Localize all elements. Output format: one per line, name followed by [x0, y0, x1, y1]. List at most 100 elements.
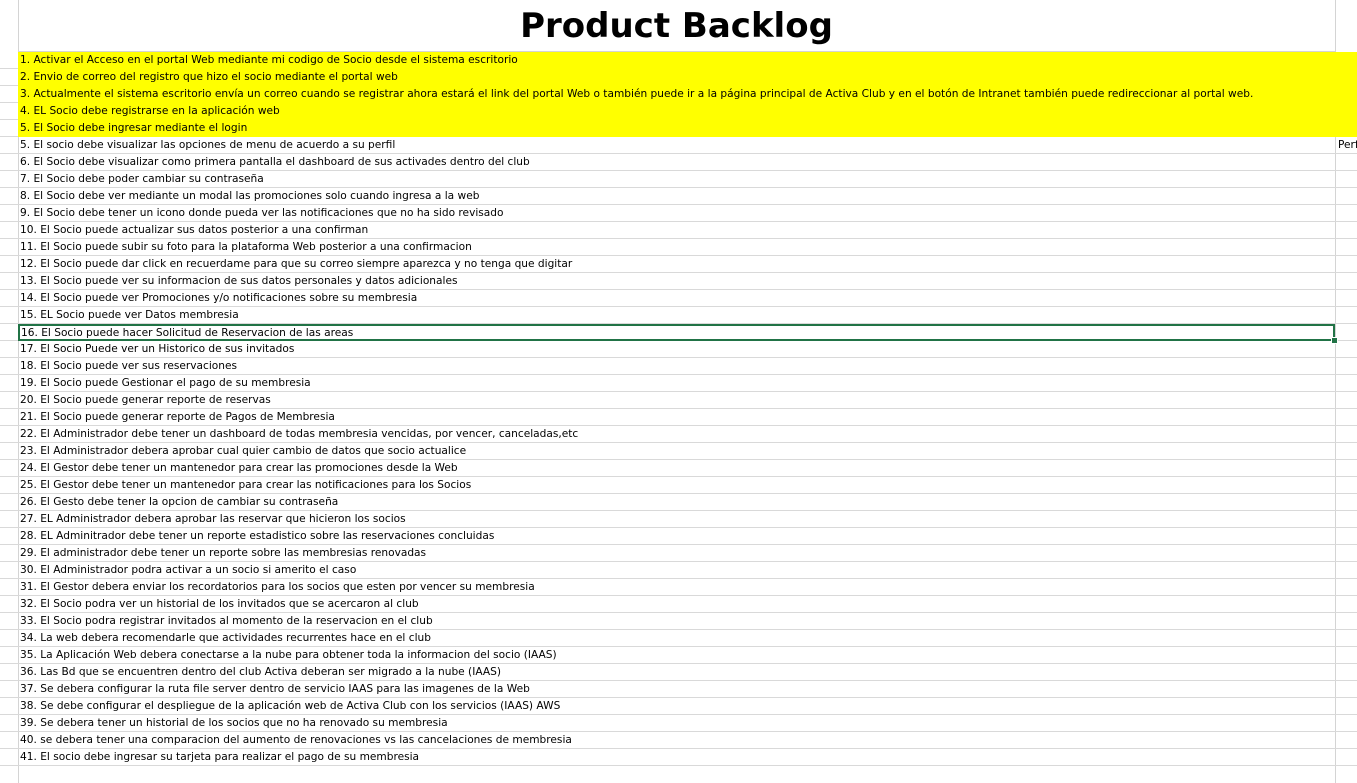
- adjacent-cell[interactable]: [1335, 715, 1357, 732]
- row-gutter-cell[interactable]: [0, 409, 18, 426]
- row-gutter-cell[interactable]: [0, 171, 18, 188]
- row-gutter-cell[interactable]: [0, 324, 18, 341]
- backlog-item-cell[interactable]: 3. Actualmente el sistema escritorio env…: [18, 86, 1335, 103]
- backlog-item-cell[interactable]: 14. El Socio puede ver Promociones y/o n…: [18, 290, 1335, 307]
- backlog-item-cell[interactable]: 26. El Gesto debe tener la opcion de cam…: [18, 494, 1335, 511]
- adjacent-cell[interactable]: [1335, 732, 1357, 749]
- row-gutter-cell[interactable]: [0, 137, 18, 154]
- backlog-item-cell[interactable]: 5. El Socio debe ingresar mediante el lo…: [18, 120, 1335, 137]
- adjacent-cell[interactable]: [1335, 324, 1357, 341]
- adjacent-cell[interactable]: [1335, 596, 1357, 613]
- row-gutter-cell[interactable]: [0, 613, 18, 630]
- row-gutter-cell[interactable]: [0, 273, 18, 290]
- row-gutter-cell[interactable]: [0, 732, 18, 749]
- row-gutter-cell[interactable]: [0, 222, 18, 239]
- row-gutter-cell[interactable]: [0, 443, 18, 460]
- row-gutter-cell[interactable]: [0, 681, 18, 698]
- adjacent-cell[interactable]: [1335, 188, 1357, 205]
- backlog-item-cell[interactable]: 13. El Socio puede ver su informacion de…: [18, 273, 1335, 290]
- adjacent-cell[interactable]: [1335, 749, 1357, 766]
- backlog-item-cell[interactable]: 28. EL Adminitrador debe tener un report…: [18, 528, 1335, 545]
- adjacent-cell[interactable]: [1335, 222, 1357, 239]
- adjacent-cell[interactable]: [1335, 205, 1357, 222]
- adjacent-cell[interactable]: [1335, 392, 1357, 409]
- adjacent-cell[interactable]: [1335, 460, 1357, 477]
- backlog-item-cell[interactable]: 25. El Gestor debe tener un mantenedor p…: [18, 477, 1335, 494]
- adjacent-cell[interactable]: [1335, 664, 1357, 681]
- adjacent-cell[interactable]: [1335, 290, 1357, 307]
- row-gutter-cell[interactable]: [0, 698, 18, 715]
- backlog-item-cell[interactable]: 35. La Aplicación Web debera conectarse …: [18, 647, 1335, 664]
- adjacent-cell[interactable]: [1335, 698, 1357, 715]
- backlog-item-cell[interactable]: 17. El Socio Puede ver un Historico de s…: [18, 341, 1335, 358]
- adjacent-cell[interactable]: [1335, 307, 1357, 324]
- backlog-item-cell[interactable]: 40. se debera tener una comparacion del …: [18, 732, 1335, 749]
- backlog-item-cell[interactable]: 32. El Socio podra ver un historial de l…: [18, 596, 1335, 613]
- backlog-item-cell[interactable]: 31. El Gestor debera enviar los recordat…: [18, 579, 1335, 596]
- row-gutter-cell[interactable]: [0, 188, 18, 205]
- backlog-item-cell[interactable]: 27. EL Administrador debera aprobar las …: [18, 511, 1335, 528]
- backlog-item-cell[interactable]: 39. Se debera tener un historial de los …: [18, 715, 1335, 732]
- backlog-item-cell[interactable]: 18. El Socio puede ver sus reservaciones: [18, 358, 1335, 375]
- backlog-item-cell[interactable]: 9. El Socio debe tener un icono donde pu…: [18, 205, 1335, 222]
- backlog-item-cell[interactable]: 41. El socio debe ingresar su tarjeta pa…: [18, 749, 1335, 766]
- adjacent-cell[interactable]: [1335, 103, 1357, 120]
- row-gutter-cell[interactable]: [0, 545, 18, 562]
- adjacent-cell[interactable]: [1335, 120, 1357, 137]
- row-gutter-cell[interactable]: [0, 562, 18, 579]
- adjacent-cell[interactable]: [1335, 341, 1357, 358]
- row-gutter-cell[interactable]: [0, 375, 18, 392]
- row-gutter-cell[interactable]: [0, 528, 18, 545]
- adjacent-cell[interactable]: [1335, 358, 1357, 375]
- row-gutter-cell[interactable]: [0, 596, 18, 613]
- backlog-item-cell[interactable]: 38. Se debe configurar el despliegue de …: [18, 698, 1335, 715]
- backlog-item-cell[interactable]: 8. El Socio debe ver mediante un modal l…: [18, 188, 1335, 205]
- row-gutter-cell[interactable]: [0, 103, 18, 120]
- adjacent-cell[interactable]: [1335, 528, 1357, 545]
- row-gutter-cell[interactable]: [0, 256, 18, 273]
- adjacent-cell[interactable]: [1335, 52, 1357, 69]
- row-gutter-cell[interactable]: [0, 205, 18, 222]
- adjacent-cell[interactable]: [1335, 579, 1357, 596]
- row-gutter-cell[interactable]: [0, 426, 18, 443]
- adjacent-cell[interactable]: [1335, 562, 1357, 579]
- row-gutter-cell[interactable]: [0, 239, 18, 256]
- backlog-item-cell[interactable]: 16. El Socio puede hacer Solicitud de Re…: [18, 324, 1335, 341]
- backlog-item-cell[interactable]: 10. El Socio puede actualizar sus datos …: [18, 222, 1335, 239]
- adjacent-cell[interactable]: [1335, 477, 1357, 494]
- adjacent-cell[interactable]: [1335, 273, 1357, 290]
- backlog-item-cell[interactable]: 34. La web debera recomendarle que activ…: [18, 630, 1335, 647]
- row-gutter-cell[interactable]: [0, 358, 18, 375]
- backlog-item-cell[interactable]: 5. El socio debe visualizar las opciones…: [18, 137, 1335, 154]
- adjacent-cell[interactable]: Perf: [1335, 137, 1357, 154]
- adjacent-cell[interactable]: [1335, 409, 1357, 426]
- row-gutter-cell[interactable]: [0, 664, 18, 681]
- adjacent-cell[interactable]: [1335, 69, 1357, 86]
- backlog-item-cell[interactable]: 19. El Socio puede Gestionar el pago de …: [18, 375, 1335, 392]
- adjacent-cell[interactable]: [1335, 375, 1357, 392]
- backlog-item-cell[interactable]: 7. El Socio debe poder cambiar su contra…: [18, 171, 1335, 188]
- adjacent-cell[interactable]: [1335, 154, 1357, 171]
- backlog-item-cell[interactable]: 2. Envio de correo del registro que hizo…: [18, 69, 1335, 86]
- row-gutter-cell[interactable]: [0, 630, 18, 647]
- row-gutter-cell[interactable]: [0, 154, 18, 171]
- row-gutter-cell[interactable]: [0, 290, 18, 307]
- backlog-item-cell[interactable]: 21. El Socio puede generar reporte de Pa…: [18, 409, 1335, 426]
- adjacent-cell[interactable]: [1335, 647, 1357, 664]
- adjacent-cell[interactable]: [1335, 630, 1357, 647]
- adjacent-cell[interactable]: [1335, 545, 1357, 562]
- adjacent-cell[interactable]: [1335, 171, 1357, 188]
- row-gutter-cell[interactable]: [0, 86, 18, 103]
- adjacent-cell[interactable]: [1335, 443, 1357, 460]
- adjacent-cell[interactable]: [1335, 494, 1357, 511]
- backlog-item-cell[interactable]: 30. El Administrador podra activar a un …: [18, 562, 1335, 579]
- backlog-item-cell[interactable]: 23. El Administrador debera aprobar cual…: [18, 443, 1335, 460]
- row-gutter-cell[interactable]: [0, 511, 18, 528]
- backlog-item-cell[interactable]: 36. Las Bd que se encuentren dentro del …: [18, 664, 1335, 681]
- backlog-item-cell[interactable]: 12. El Socio puede dar click en recuerda…: [18, 256, 1335, 273]
- row-gutter-cell[interactable]: [0, 460, 18, 477]
- row-gutter-cell[interactable]: [0, 341, 18, 358]
- backlog-item-cell[interactable]: 22. El Administrador debe tener un dashb…: [18, 426, 1335, 443]
- row-gutter-cell[interactable]: [0, 715, 18, 732]
- backlog-item-cell[interactable]: 24. El Gestor debe tener un mantenedor p…: [18, 460, 1335, 477]
